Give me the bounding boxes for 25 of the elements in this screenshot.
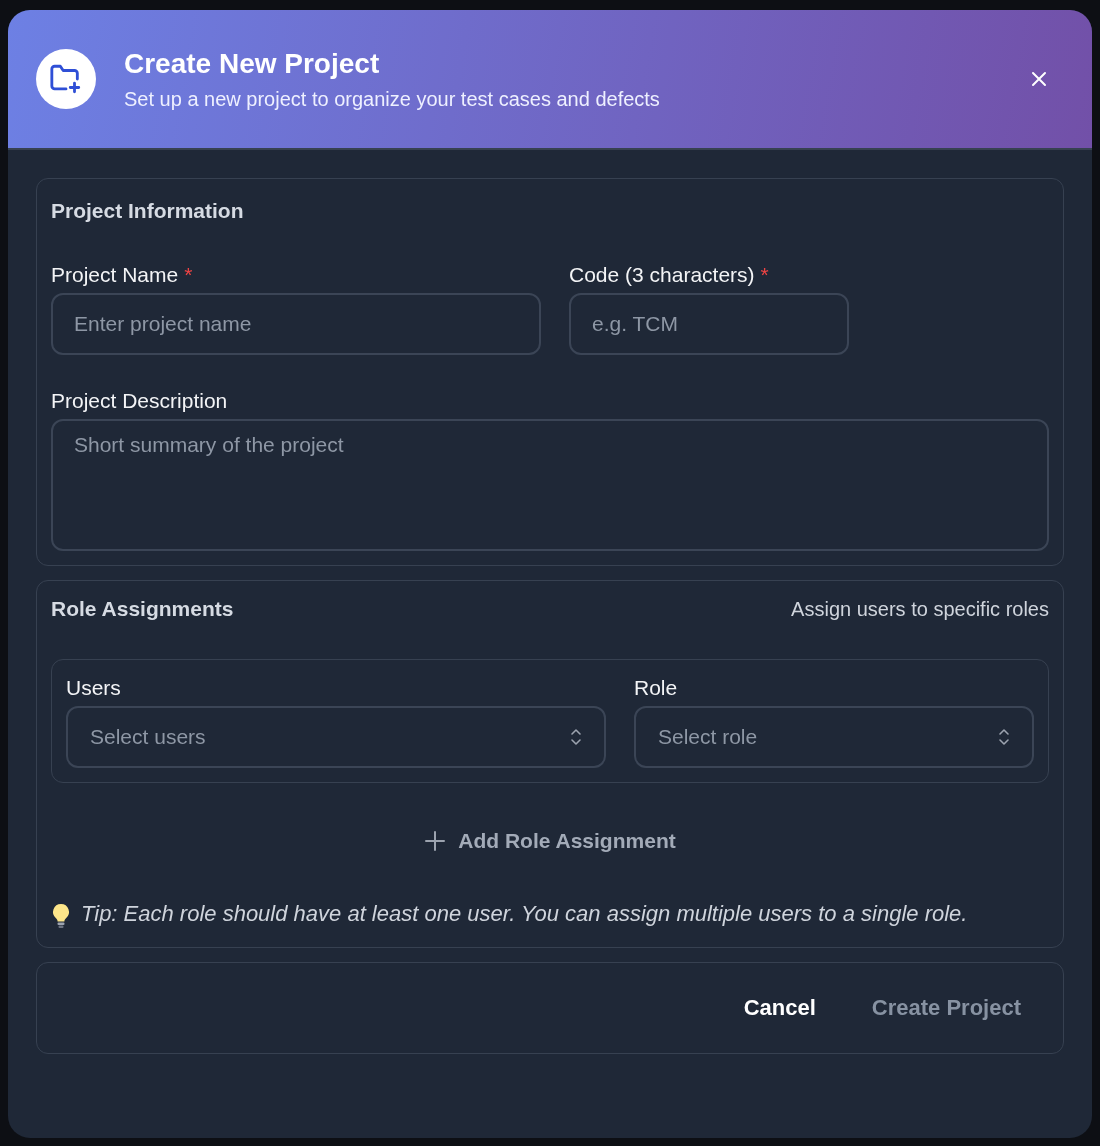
chevron-up-down-icon [998, 727, 1010, 747]
field-label: Role [634, 676, 679, 700]
add-role-assignment-button[interactable]: Add Role Assignment [424, 829, 676, 853]
dialog-subtitle: Set up a new project to organize your test cases and defects [124, 87, 661, 111]
plus-icon [424, 830, 447, 852]
select-field[interactable]: Select role [634, 706, 1034, 768]
input-field[interactable]: Enter project name [51, 293, 541, 355]
dialog-title: Create New Project [124, 47, 381, 80]
section-heading: Role Assignments [51, 597, 234, 621]
lightbulb-icon [51, 903, 71, 929]
tip-text: Tip: Each role should have at least one user. You can assign multiple users to a single role. [81, 900, 968, 928]
field-label: Users [66, 676, 122, 700]
required-mark: * [184, 263, 193, 286]
section-hint: Assign users to specific roles [791, 597, 1049, 621]
input-field[interactable]: e.g. TCM [569, 293, 849, 355]
required-mark: * [760, 263, 769, 286]
select-field[interactable]: Select users [66, 706, 606, 768]
folder-plus-icon [36, 49, 96, 109]
section-heading: Project Information [51, 199, 245, 223]
footer-button[interactable]: Cancel [735, 991, 824, 1025]
chevron-up-down-icon [570, 727, 582, 747]
text-area[interactable]: Short summary of the project [51, 419, 1049, 551]
field-label: Project Name * [51, 263, 194, 287]
field-label: Project Description [51, 389, 229, 413]
field-label: Code (3 characters) * [569, 263, 770, 287]
